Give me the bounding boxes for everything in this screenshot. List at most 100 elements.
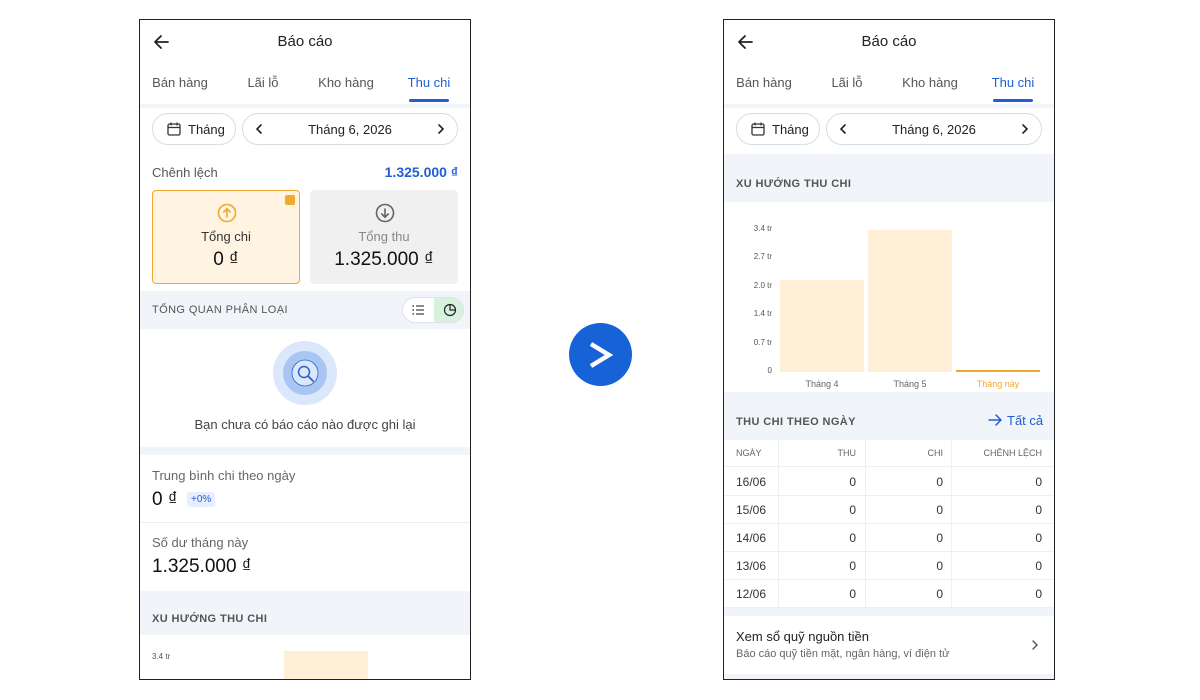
- section-gap: [140, 447, 470, 455]
- page-title: Báo cáo: [277, 33, 333, 50]
- list-view-button[interactable]: [403, 298, 434, 322]
- page-title: Báo cáo: [861, 33, 917, 50]
- trend-bar-chart: 3.4 tr 2.7 tr 2.0 tr 1.4 tr 0.7 tr 0 Tháng 4 Th…: [724, 202, 1054, 392]
- chart-bar-current[interactable]: [956, 370, 1040, 372]
- y-axis-tick: 1.4 tr: [753, 309, 772, 319]
- pie-view-button[interactable]: [434, 298, 463, 322]
- y-axis-tick: 3.4 tr: [753, 224, 772, 233]
- cash-fund-subtitle: Báo cáo quỹ tiền mặt, ngân hàng, ví điện…: [736, 648, 950, 660]
- table-cell: 0: [849, 587, 856, 601]
- tab-inventory[interactable]: Kho hàng: [306, 75, 386, 90]
- app-header: Báo cáo: [724, 20, 1054, 64]
- report-tabs: Bán hàng Lãi lỗ Kho hàng Thu chi: [724, 72, 1054, 104]
- table-column-header: CHI: [927, 448, 944, 458]
- calendar-icon: [751, 122, 765, 136]
- chevron-right-icon: [589, 342, 614, 368]
- chart-bar[interactable]: [868, 230, 952, 372]
- section-gap: [724, 608, 1054, 616]
- period-label[interactable]: Tháng 6, 2026: [827, 122, 1041, 137]
- phone-screen-left: Báo cáo Bán hàng Lãi lỗ Kho hàng Thu chi…: [139, 19, 471, 680]
- daily-title: THU CHI THEO NGÀY: [736, 416, 856, 428]
- tab-income-expense[interactable]: Thu chi: [389, 75, 469, 90]
- view-all-label: Tất cả: [1007, 413, 1044, 428]
- difference-label: Chênh lệch: [152, 165, 218, 180]
- total-income-card[interactable]: Tổng thu 1.325.000 ₫: [310, 190, 458, 284]
- table-cell: 0: [849, 475, 856, 489]
- total-income-value: 1.325.000 ₫: [334, 249, 434, 270]
- trend-title-left: XU HƯỚNG THU CHI: [152, 613, 268, 625]
- row-divider: [140, 522, 470, 523]
- table-cell: 13/06: [736, 559, 767, 573]
- tab-profit-loss[interactable]: Lãi lỗ: [807, 75, 887, 90]
- table-cell: 0: [1035, 475, 1042, 489]
- cash-fund-title: Xem sổ quỹ nguồn tiền: [736, 629, 869, 644]
- y-axis-tick: 2.7 tr: [753, 252, 772, 262]
- y-axis-tick: 0: [767, 366, 772, 375]
- table-cell: 0: [936, 503, 943, 517]
- table-cell: 0: [1035, 531, 1042, 545]
- y-axis-tick: 2.0 tr: [753, 280, 772, 290]
- list-icon: [412, 305, 424, 315]
- table-cell: 0: [936, 531, 943, 545]
- total-expense-label: Tổng chi: [201, 229, 251, 244]
- table-row[interactable]: 13/06 0 0 0: [724, 552, 1054, 580]
- table-column-header: NGÀY: [736, 448, 762, 458]
- tabs-divider: [140, 104, 470, 108]
- table-column-header: THU: [837, 448, 857, 458]
- period-navigator: Tháng 6, 2026: [826, 113, 1042, 145]
- period-mode-selector[interactable]: Tháng: [152, 113, 236, 145]
- view-mode-toggle: [402, 297, 464, 323]
- tab-sales[interactable]: Bán hàng: [140, 75, 220, 90]
- bottom-strip: [724, 674, 1054, 679]
- tab-income-expense[interactable]: Thu chi: [973, 75, 1053, 90]
- trend-title: XU HƯỚNG THU CHI: [736, 178, 852, 190]
- table-column-header: CHÊNH LỆCH: [983, 448, 1042, 458]
- period-navigator: Tháng 6, 2026: [242, 113, 458, 145]
- period-mode-label: Tháng: [772, 122, 809, 137]
- tabs-divider: [724, 104, 1054, 108]
- tab-profit-loss[interactable]: Lãi lỗ: [223, 75, 303, 90]
- next-arrow-button[interactable]: [569, 323, 632, 386]
- table-row[interactable]: 15/06 0 0 0: [724, 496, 1054, 524]
- active-tab-indicator: [409, 99, 449, 102]
- table-row[interactable]: 12/06 0 0 0: [724, 580, 1054, 608]
- balance-value: 1.325.000 ₫: [152, 556, 252, 577]
- overview-title: TỔNG QUAN PHÂN LOẠI: [152, 304, 288, 316]
- table-cell: 0: [936, 559, 943, 573]
- period-mode-label: Tháng: [188, 122, 225, 137]
- avg-daily-label: Trung bình chi theo ngày: [152, 468, 296, 483]
- difference-value: 1.325.000 ₫: [384, 164, 458, 180]
- avg-daily-value: 0 ₫: [152, 489, 178, 510]
- daily-table: NGÀY THU CHI CHÊNH LỆCH 16/06 0 0 0 15/06 0 0 0 14/0…: [724, 440, 1054, 608]
- cash-fund-row[interactable]: Xem sổ quỹ nguồn tiền Báo cáo quỹ tiền m…: [724, 616, 1054, 674]
- table-row[interactable]: 16/06 0 0 0: [724, 468, 1054, 496]
- active-tab-indicator: [993, 99, 1033, 102]
- empty-search-icon: [273, 341, 337, 405]
- total-expense-card[interactable]: Tổng chi 0 ₫: [152, 190, 300, 284]
- app-header: Báo cáo: [140, 20, 470, 64]
- table-cell: 0: [936, 587, 943, 601]
- x-axis-label: Tháng 4: [805, 379, 839, 389]
- table-cell: 12/06: [736, 587, 767, 601]
- tab-inventory[interactable]: Kho hàng: [890, 75, 970, 90]
- chart-bar[interactable]: [780, 280, 864, 372]
- table-cell: 15/06: [736, 503, 767, 517]
- table-cell: 0: [1035, 587, 1042, 601]
- chevron-right-icon[interactable]: [435, 123, 447, 135]
- table-cell: 0: [849, 531, 856, 545]
- table-row[interactable]: 14/06 0 0 0: [724, 524, 1054, 552]
- pie-chart-icon: [443, 303, 457, 317]
- empty-state-message: Bạn chưa có báo cáo nào được ghi lại: [194, 417, 416, 432]
- x-axis-label: Tháng này: [976, 379, 1020, 389]
- arrow-up-circle-icon: [217, 203, 237, 223]
- report-tabs: Bán hàng Lãi lỗ Kho hàng Thu chi: [140, 72, 470, 104]
- chevron-right-icon[interactable]: [1019, 123, 1031, 135]
- y-tick-top: 3.4 tr: [152, 652, 171, 661]
- period-label[interactable]: Tháng 6, 2026: [243, 122, 457, 137]
- table-cell: 0: [849, 559, 856, 573]
- calendar-icon: [167, 122, 181, 136]
- tab-sales[interactable]: Bán hàng: [724, 75, 804, 90]
- table-cell: 0: [1035, 503, 1042, 517]
- period-mode-selector[interactable]: Tháng: [736, 113, 820, 145]
- chart-bar-preview: [284, 651, 368, 679]
